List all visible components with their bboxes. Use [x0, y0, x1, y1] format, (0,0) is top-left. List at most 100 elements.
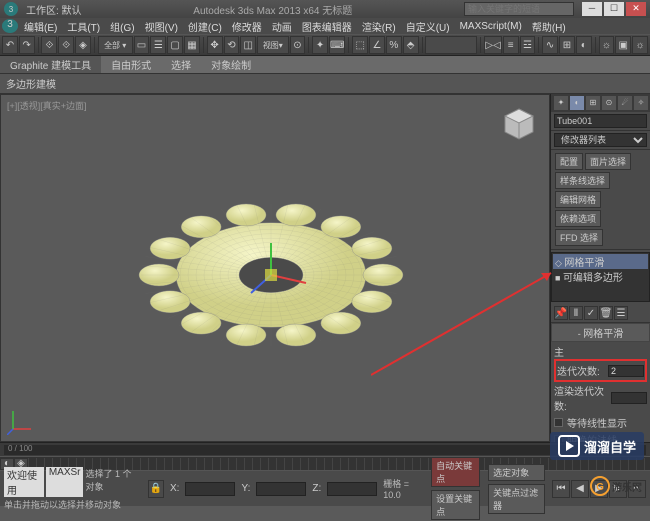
prompt-line: 单击并拖动以选择并移动对象 — [4, 498, 142, 511]
viewcube[interactable] — [497, 103, 541, 147]
menu-tools[interactable]: 工具(T) — [63, 19, 104, 34]
app-menu-icon[interactable]: 3 — [2, 19, 18, 33]
menu-edit[interactable]: 编辑(E) — [20, 19, 61, 34]
angle-snap-button[interactable]: ∠ — [369, 36, 385, 54]
hierarchy-tab-icon[interactable]: ⊞ — [586, 96, 600, 110]
remove-mod-icon[interactable]: 🗑 — [599, 306, 613, 320]
tab-graphite[interactable]: Graphite 建模工具 — [0, 56, 101, 73]
menu-maxscript[interactable]: MAXScript(M) — [456, 21, 526, 32]
menu-modifiers[interactable]: 修改器 — [228, 19, 266, 34]
close-button[interactable]: ✕ — [626, 2, 646, 16]
ffd-sel-button[interactable]: FFD 选择 — [555, 229, 603, 246]
refsys-dropdown[interactable]: 视图▾ — [257, 36, 288, 54]
watermark-1: 溜溜自学 — [550, 432, 644, 460]
bind-button[interactable]: ◈ — [75, 36, 91, 54]
display-tab-icon[interactable]: ☄ — [618, 96, 632, 110]
rollout-meshsmooth[interactable]: - 网格平滑 — [551, 323, 650, 342]
isoline-checkbox[interactable] — [554, 418, 563, 427]
schematic-button[interactable]: ⊞ — [559, 36, 575, 54]
create-tab-icon[interactable]: ✦ — [554, 96, 568, 110]
stack-meshsmooth[interactable]: ◇ 网格平滑 — [553, 254, 648, 269]
select-region[interactable]: ▢ — [167, 36, 183, 54]
move-button[interactable]: ✥ — [207, 36, 223, 54]
select-name-button[interactable]: ☰ — [150, 36, 166, 54]
setkey-button[interactable]: 设置关键点 — [431, 490, 480, 520]
modifier-list-dropdown[interactable]: 修改器列表 — [554, 133, 647, 147]
selected-filter[interactable]: 选定对象 — [488, 464, 545, 481]
workspace-selector[interactable]: 工作区: 默认 — [26, 2, 82, 17]
menu-create[interactable]: 创建(C) — [184, 19, 226, 34]
menu-bar: 3 编辑(E) 工具(T) 组(G) 视图(V) 创建(C) 修改器 动画 图表… — [0, 18, 650, 34]
patch-sel-button[interactable]: 面片选择 — [585, 153, 631, 170]
edit-mesh-button[interactable]: 编辑网格 — [555, 191, 601, 208]
object-name-input[interactable] — [554, 114, 647, 128]
rotate-button[interactable]: ⟲ — [224, 36, 240, 54]
keyboard-button[interactable]: ⌨ — [329, 36, 345, 54]
select-button[interactable]: ▭ — [134, 36, 150, 54]
pin-stack-icon[interactable]: 📌 — [554, 306, 568, 320]
manipulate-button[interactable]: ✦ — [312, 36, 328, 54]
viewport-label[interactable]: [+][透视][真实+边面] — [7, 99, 87, 112]
align-button[interactable]: ≡ — [503, 36, 519, 54]
window-title: Autodesk 3ds Max 2013 x64 无标题 — [90, 2, 456, 17]
lock-selection-icon[interactable]: 🔒 — [148, 480, 164, 498]
modifier-stack[interactable]: ◇ 网格平滑 ■ 可编辑多边形 — [551, 252, 650, 302]
gear-object[interactable] — [131, 175, 411, 375]
tab-selection[interactable]: 选择 — [161, 56, 201, 73]
render-iter-spinner[interactable] — [611, 392, 647, 404]
curve-editor-button[interactable]: ∿ — [542, 36, 558, 54]
maxscript-listener[interactable]: MAXSr — [46, 467, 84, 497]
window-crossing[interactable]: ▦ — [184, 36, 200, 54]
z-coord-input[interactable] — [327, 482, 377, 496]
spline-sel-button[interactable]: 样条线选择 — [555, 172, 610, 189]
menu-render[interactable]: 渲染(R) — [358, 19, 400, 34]
percent-snap-button[interactable]: % — [386, 36, 402, 54]
menu-graph[interactable]: 图表编辑器 — [298, 19, 356, 34]
tab-freeform[interactable]: 自由形式 — [101, 56, 161, 73]
show-end-icon[interactable]: Ⅱ — [569, 306, 583, 320]
menu-group[interactable]: 组(G) — [106, 19, 138, 34]
snap-button[interactable]: ⬚ — [352, 36, 368, 54]
unique-icon[interactable]: ✓ — [584, 306, 598, 320]
material-editor-button[interactable]: ◐ — [576, 36, 592, 54]
menu-animation[interactable]: 动画 — [268, 19, 296, 34]
motion-tab-icon[interactable]: ⊙ — [602, 96, 616, 110]
viewport[interactable]: [+][透视][真实+边面] — [0, 94, 550, 442]
stack-editpoly[interactable]: ■ 可编辑多边形 — [553, 269, 648, 284]
render-button[interactable]: ☼ — [632, 36, 648, 54]
center-button[interactable]: ⊙ — [290, 36, 306, 54]
search-input[interactable] — [464, 2, 574, 16]
utilities-tab-icon[interactable]: ✧ — [634, 96, 648, 110]
render-frame-button[interactable]: ▣ — [615, 36, 631, 54]
configure-sets-icon[interactable]: ☰ — [614, 306, 628, 320]
maximize-button[interactable]: ☐ — [604, 2, 624, 16]
select-filter[interactable]: 全部 ▾ — [98, 36, 133, 54]
y-coord-input[interactable] — [256, 482, 306, 496]
ribbon-panel: 多边形建模 — [0, 74, 650, 94]
named-sets[interactable] — [425, 36, 477, 54]
layers-button[interactable]: ☲ — [520, 36, 536, 54]
x-coord-input[interactable] — [185, 482, 235, 496]
link-button[interactable]: ⟐ — [41, 36, 57, 54]
render-setup-button[interactable]: ☼ — [599, 36, 615, 54]
menu-customize[interactable]: 自定义(U) — [402, 19, 454, 34]
mirror-button[interactable]: ▷◁ — [484, 36, 501, 54]
iterations-spinner[interactable] — [608, 365, 644, 377]
goto-start-icon[interactable]: ⏮ — [552, 480, 570, 498]
tab-paint[interactable]: 对象绘制 — [201, 56, 261, 73]
undo-button[interactable]: ↶ — [2, 36, 18, 54]
play-logo-icon — [558, 435, 580, 457]
menu-view[interactable]: 视图(V) — [141, 19, 182, 34]
config-button[interactable]: 配置 — [555, 153, 583, 170]
depend-button[interactable]: 依赖选项 — [555, 210, 601, 227]
menu-help[interactable]: 帮助(H) — [528, 19, 570, 34]
unlink-button[interactable]: ⟐ — [58, 36, 74, 54]
keyfilter-button[interactable]: 关键点过滤器 — [488, 484, 545, 514]
scale-button[interactable]: ◫ — [240, 36, 256, 54]
z-label: Z: — [312, 483, 321, 494]
redo-button[interactable]: ↷ — [19, 36, 35, 54]
modify-tab-icon[interactable]: ◐ — [570, 96, 584, 110]
minimize-button[interactable]: ─ — [582, 2, 602, 16]
spinner-snap-button[interactable]: ⬘ — [403, 36, 419, 54]
autokey-button[interactable]: 自动关键点 — [431, 457, 480, 487]
